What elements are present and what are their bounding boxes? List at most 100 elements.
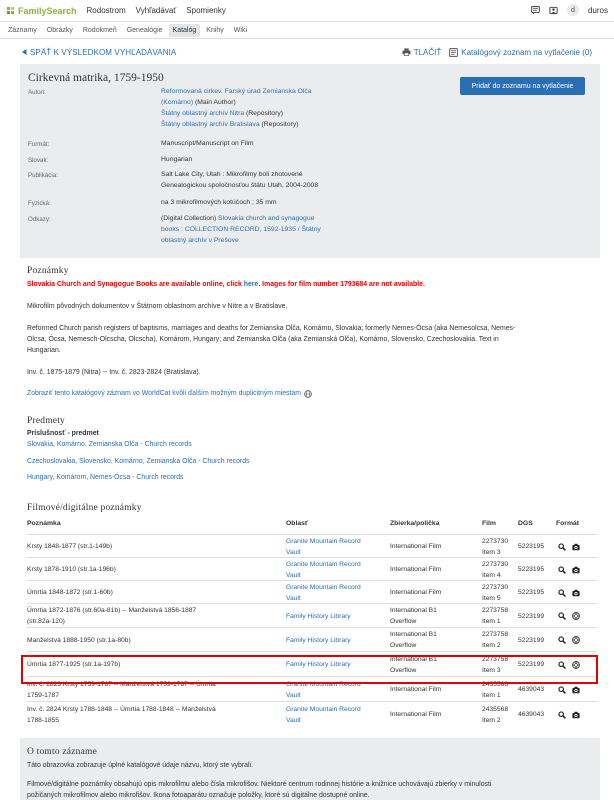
format-icons [558, 711, 580, 719]
main-nav: Rodostrom Vyhľadávať Spomienky [87, 6, 226, 15]
subject-link-3[interactable]: Hungary, Komárom, Nemes-Ócsa - Church re… [27, 472, 592, 483]
col-header-area: Oblasť [286, 520, 309, 527]
camera-icon[interactable] [572, 711, 580, 719]
format-icons [558, 686, 580, 694]
camera-icon[interactable] [572, 589, 580, 597]
nav-family-tree[interactable]: Rodostrom [87, 6, 126, 15]
format-icons [558, 566, 580, 574]
tab-records[interactable]: Záznamy [4, 24, 41, 37]
film-notes-heading: Filmové/digitálne poznámky [27, 503, 142, 513]
film-collection: International Film [390, 566, 442, 573]
format-icons [558, 589, 580, 597]
avatar[interactable]: d [566, 4, 579, 16]
tab-books[interactable]: Knihy [202, 24, 228, 37]
view-search-icon[interactable] [558, 686, 566, 694]
view-search-icon[interactable] [558, 543, 566, 551]
about-p2-line-2: požičaných mikrofilmov alebo mikrofišov.… [27, 792, 370, 799]
about-paragraph-1: Táto obrazovka zobrazuje úplné katalógov… [27, 762, 253, 769]
familysearch-logo[interactable]: FamilySearch [6, 6, 77, 16]
references-label: Odkazy: [28, 216, 51, 223]
notes-p2-line-2: Olcsa, Ócsa, Nemesch-Olcscha, Olcscha), … [27, 336, 499, 343]
view-search-icon[interactable] [558, 612, 566, 620]
worldcat-link[interactable]: Zobraziť tento katalógový záznam vo Worl… [27, 388, 301, 399]
film-reel-icon[interactable] [572, 612, 580, 620]
tab-family-tree[interactable]: Rodokmeň [79, 24, 121, 37]
print-list-link[interactable]: Katalógový zoznam na vytlačenie (0) [449, 48, 592, 57]
camera-icon[interactable] [572, 686, 580, 694]
ref-prefix: (Digital Collection) [161, 215, 217, 222]
format-icons [558, 543, 580, 551]
film-number: 2273758 Item 2 [482, 631, 509, 649]
film-location-link[interactable]: Family History Library [286, 635, 351, 646]
author-link-2[interactable]: Štátny oblastný archív Nitra [161, 110, 244, 117]
col-header-collection: Zbierka/polička [390, 520, 440, 527]
tab-genealogies[interactable]: Genealógie [123, 24, 167, 37]
authors-value: Reformovaná cirkev. Farský úrad Zemiansk… [161, 86, 312, 130]
table-row: Manželstvá 1888-1950 (str.1a-80b) Family … [27, 627, 597, 651]
ref-link-1[interactable]: Slovakia church and synagogue [218, 215, 314, 222]
back-to-results-link[interactable]: SPÄŤ K VÝSLEDKOM VYHĽADÁVANIA [22, 48, 176, 57]
table-row: Úmrtia 1848-1872 (str.1-60b) Granite Moun… [27, 580, 597, 603]
author-role-1: (Main Author) [195, 99, 236, 106]
table-row: Úmrtia 1872-1876 (str.60a-81b) -- Manžel… [27, 603, 597, 627]
film-location-link[interactable]: Granite Mountain Record Vault [286, 559, 361, 581]
author-link-1[interactable]: Reformovaná cirkev. Farský úrad Zemiansk… [161, 88, 312, 95]
notice-text-1: Slovakia Church and Synagogue Books are … [27, 281, 242, 288]
film-dgs: 5223199 [518, 613, 545, 620]
ref-link-2[interactable]: books : COLLECTION RECORD, 1592-1935 / Š… [161, 224, 321, 235]
help-icon[interactable] [549, 6, 558, 15]
film-dgs: 4639043 [518, 686, 545, 693]
film-note: Krsty 1848-1877 (str.1-149b) [27, 543, 113, 550]
film-dgs: 5223195 [518, 566, 545, 573]
notes-p2-line-3: Hungarian. [27, 347, 61, 354]
film-number: 2273730 Item 3 [482, 538, 509, 556]
username[interactable]: duros [588, 6, 608, 15]
format-icons [558, 612, 580, 620]
record-title: Cirkevná matrika, 1759-1950 [28, 72, 164, 84]
view-search-icon[interactable] [558, 636, 566, 644]
col-header-dgs: DGS [518, 520, 533, 527]
film-location-link[interactable]: Granite Mountain Record Vault [286, 536, 361, 558]
notice-here-link[interactable]: here [244, 281, 259, 288]
sub-nav: Záznamy Obrázky Rodokmeň Genealógie Kata… [0, 22, 614, 39]
film-location-link[interactable]: Granite Mountain Record Vault [286, 582, 361, 604]
tree-logo-icon [7, 6, 14, 14]
author-link-3[interactable]: Štátny oblastný archív Bratislava [161, 121, 260, 128]
print-label: TLAČIŤ [413, 47, 442, 57]
ref-link-3[interactable]: oblastný archív v Prešove [161, 235, 321, 246]
author-link-1-cont[interactable]: (Komárno) [161, 99, 193, 106]
film-dgs: 4639043 [518, 711, 545, 718]
film-number: 2273758 Item 1 [482, 607, 509, 625]
authors-label: Autori: [28, 89, 46, 96]
film-reel-icon[interactable] [572, 636, 580, 644]
tab-wiki[interactable]: Wiki [230, 24, 251, 37]
film-location-link[interactable]: Granite Mountain Record Vault [286, 704, 361, 726]
format-value: Manuscript/Manuscript on Film [161, 140, 254, 147]
messages-icon[interactable] [531, 5, 540, 15]
logo-text: FamilySearch [18, 5, 77, 16]
add-to-print-list-button[interactable]: Pridať do zoznamu na vytlačenie [460, 77, 585, 95]
subjects-heading: Predmety [27, 416, 66, 426]
film-collection: International B1 Overflow [390, 607, 437, 625]
publication-value: Salt Lake City, Utah : Mikrofilmy boli z… [161, 169, 318, 191]
view-search-icon[interactable] [558, 711, 566, 719]
subject-link-1[interactable]: Slovakia, Komárno, Zemianska Olča - Chur… [27, 439, 592, 450]
tab-images[interactable]: Obrázky [43, 24, 77, 37]
list-document-icon [449, 47, 459, 57]
nav-memories[interactable]: Spomienky [186, 6, 226, 15]
view-search-icon[interactable] [558, 566, 566, 574]
printer-icon [402, 48, 411, 56]
about-p2-line-1: Filmové/digitálne poznámky obsahujú opis… [27, 781, 492, 788]
camera-icon[interactable] [572, 566, 580, 574]
caret-left-icon [22, 49, 27, 55]
col-header-film: Film [482, 520, 496, 527]
subject-link-2[interactable]: Czechoslovakia, Slovensko, Komárno, Zemi… [27, 456, 592, 467]
film-location-link[interactable]: Family History Library [286, 611, 351, 622]
print-button[interactable]: TLAČIŤ [402, 47, 442, 57]
film-collection: International Film [390, 711, 442, 718]
camera-icon[interactable] [572, 543, 580, 551]
film-number: 2435568 Item 2 [482, 706, 509, 724]
tab-catalog[interactable]: Katalóg [168, 23, 201, 37]
nav-search[interactable]: Vyhľadávať [136, 6, 177, 15]
view-search-icon[interactable] [558, 589, 566, 597]
